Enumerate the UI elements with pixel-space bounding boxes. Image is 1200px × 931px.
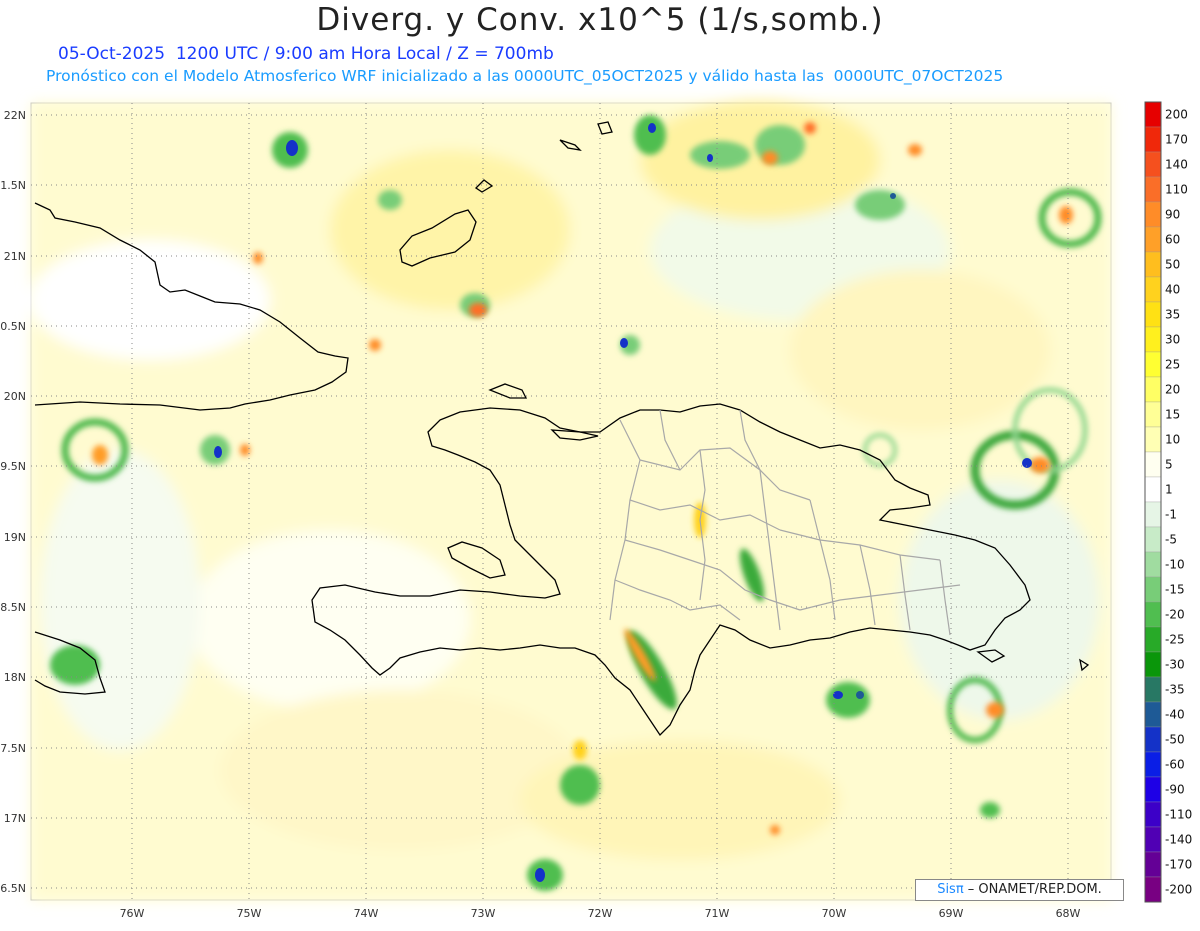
legend-label: 90 bbox=[1165, 208, 1180, 222]
lat-label: 18N bbox=[4, 671, 26, 684]
legend-swatch bbox=[1144, 301, 1162, 328]
lat-label: 7.5N bbox=[0, 742, 26, 755]
credit-text: – ONAMET/REP.DOM. bbox=[963, 882, 1102, 897]
lon-label: 70W bbox=[822, 907, 847, 920]
legend-swatch bbox=[1144, 201, 1162, 228]
legend-swatch bbox=[1144, 751, 1162, 778]
color-legend: 200 170 140 110 90 60 50 40 35 30 25 20 15 10 5 1 -1 -5 -1… bbox=[1144, 101, 1192, 903]
legend-swatch bbox=[1144, 376, 1162, 403]
legend-swatch bbox=[1144, 651, 1162, 678]
lat-label: 0.5N bbox=[0, 320, 26, 333]
legend-swatch bbox=[1144, 701, 1162, 728]
legend-swatch bbox=[1144, 251, 1162, 278]
lon-label: 71W bbox=[705, 907, 730, 920]
legend-label: -10 bbox=[1165, 558, 1185, 572]
legend-swatch bbox=[1144, 626, 1162, 653]
legend-label: 5 bbox=[1165, 458, 1173, 472]
credit-brand: Sis bbox=[937, 882, 956, 897]
legend-label: -20 bbox=[1165, 608, 1185, 622]
legend-swatch bbox=[1144, 601, 1162, 628]
legend-swatch bbox=[1144, 851, 1162, 878]
legend-label: -15 bbox=[1165, 583, 1185, 597]
credit-box: Sisπ – ONAMET/REP.DOM. bbox=[915, 879, 1124, 901]
legend-swatch bbox=[1144, 126, 1162, 153]
legend-label: -60 bbox=[1165, 758, 1185, 772]
legend-swatch bbox=[1144, 801, 1162, 828]
legend-swatch bbox=[1144, 476, 1162, 503]
lon-label: 74W bbox=[354, 907, 379, 920]
lon-label: 72W bbox=[588, 907, 613, 920]
legend-label: 140 bbox=[1165, 158, 1188, 172]
legend-label: -30 bbox=[1165, 658, 1185, 672]
lat-labels: 22N 1.5N 21N 0.5N 20N 9.5N 19N 8.5N 18N … bbox=[0, 109, 26, 895]
legend-label: 170 bbox=[1165, 133, 1188, 147]
legend-swatch bbox=[1144, 776, 1162, 803]
legend-label: -110 bbox=[1165, 808, 1192, 822]
lon-labels: 76W 75W 74W 73W 72W 71W 70W 69W 68W bbox=[120, 907, 1081, 920]
lat-label: 22N bbox=[4, 109, 26, 122]
lat-label: 6.5N bbox=[0, 882, 26, 895]
legend-swatch bbox=[1144, 226, 1162, 253]
legend-swatch bbox=[1144, 426, 1162, 453]
legend-swatch bbox=[1144, 151, 1162, 178]
lon-label: 76W bbox=[120, 907, 145, 920]
legend-label: 60 bbox=[1165, 233, 1180, 247]
legend-swatch bbox=[1144, 176, 1162, 203]
legend-label: 30 bbox=[1165, 333, 1180, 347]
legend-label: 10 bbox=[1165, 433, 1180, 447]
legend-label: -140 bbox=[1165, 833, 1192, 847]
lon-label: 68W bbox=[1056, 907, 1081, 920]
lat-label: 21N bbox=[4, 250, 26, 263]
legend-label: 15 bbox=[1165, 408, 1180, 422]
lat-label: 8.5N bbox=[0, 601, 26, 614]
legend-swatch bbox=[1144, 726, 1162, 753]
legend-label: -90 bbox=[1165, 783, 1185, 797]
legend-swatch bbox=[1144, 826, 1162, 853]
lon-label: 73W bbox=[471, 907, 496, 920]
legend-swatch bbox=[1144, 101, 1162, 128]
legend-swatch bbox=[1144, 351, 1162, 378]
legend-swatch bbox=[1144, 401, 1162, 428]
legend-swatch bbox=[1144, 876, 1162, 903]
lat-label: 20N bbox=[4, 390, 26, 403]
lat-label: 1.5N bbox=[0, 179, 26, 192]
legend-label: 35 bbox=[1165, 308, 1180, 322]
lat-label: 17N bbox=[4, 812, 26, 825]
legend-swatch bbox=[1144, 676, 1162, 703]
lat-label: 9.5N bbox=[0, 460, 26, 473]
legend-label: -200 bbox=[1165, 883, 1192, 897]
legend-swatch bbox=[1144, 326, 1162, 353]
lon-label: 75W bbox=[237, 907, 262, 920]
legend-swatch bbox=[1144, 526, 1162, 553]
legend-swatch bbox=[1144, 276, 1162, 303]
legend-label: 200 bbox=[1165, 108, 1188, 122]
legend-swatch bbox=[1144, 576, 1162, 603]
legend-swatch bbox=[1144, 451, 1162, 478]
legend-label: -40 bbox=[1165, 708, 1185, 722]
pi-icon: π bbox=[955, 882, 964, 897]
legend-label: 50 bbox=[1165, 258, 1180, 272]
legend-label: 20 bbox=[1165, 383, 1180, 397]
legend-swatch bbox=[1144, 501, 1162, 528]
legend-label: 1 bbox=[1165, 483, 1173, 497]
map-svg: 22N 1.5N 21N 0.5N 20N 9.5N 19N 8.5N 18N … bbox=[0, 100, 1192, 920]
map-area: 22N 1.5N 21N 0.5N 20N 9.5N 19N 8.5N 18N … bbox=[0, 0, 1200, 927]
legend-label: -5 bbox=[1165, 533, 1177, 547]
legend-label: -170 bbox=[1165, 858, 1192, 872]
legend-label: -1 bbox=[1165, 508, 1177, 522]
legend-label: 110 bbox=[1165, 183, 1188, 197]
legend-label: 25 bbox=[1165, 358, 1180, 372]
lat-label: 19N bbox=[4, 531, 26, 544]
legend-label: -50 bbox=[1165, 733, 1185, 747]
lon-label: 69W bbox=[939, 907, 964, 920]
legend-label: -35 bbox=[1165, 683, 1185, 697]
legend-label: -25 bbox=[1165, 633, 1185, 647]
legend-swatch bbox=[1144, 551, 1162, 578]
legend-label: 40 bbox=[1165, 283, 1180, 297]
